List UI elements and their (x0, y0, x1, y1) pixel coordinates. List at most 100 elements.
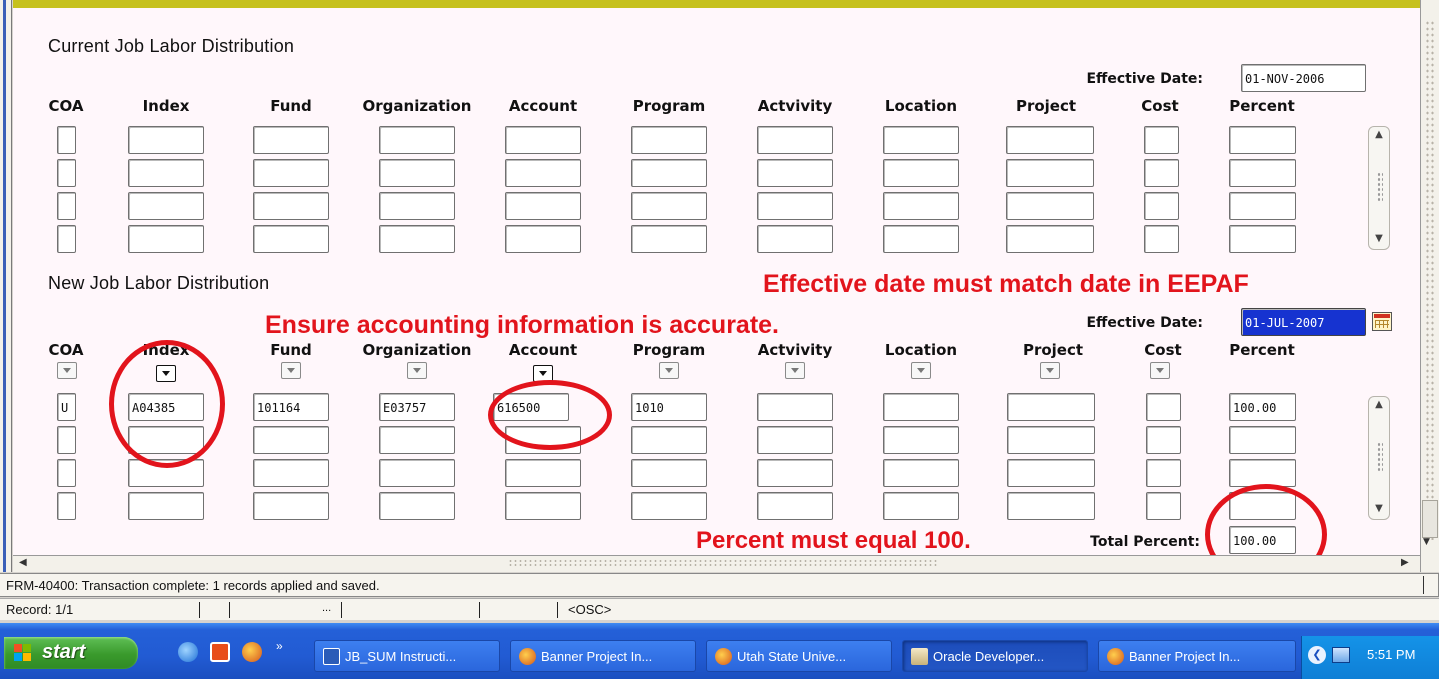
current-cost-field[interactable] (1144, 159, 1179, 187)
current-organization-field[interactable] (379, 225, 455, 253)
current-account-field[interactable] (505, 225, 581, 253)
scroll-up-icon[interactable]: ▲ (1372, 129, 1386, 143)
current-coa-field[interactable] (57, 192, 76, 220)
location-lov-button[interactable] (911, 362, 931, 379)
new-project-field[interactable] (1007, 393, 1095, 421)
new-project-field[interactable] (1007, 492, 1095, 520)
new-location-field[interactable] (883, 393, 959, 421)
new-activity-field[interactable] (757, 393, 833, 421)
new-program-field[interactable]: 1010 (631, 393, 707, 421)
current-program-field[interactable] (631, 159, 707, 187)
tray-expand-icon[interactable]: ❮ (1308, 646, 1326, 664)
current-account-field[interactable] (505, 192, 581, 220)
horizontal-scrollbar[interactable]: ◀ ▶ (13, 555, 1420, 572)
task-banner-project-1[interactable]: Banner Project In... (510, 640, 696, 672)
current-percent-field[interactable] (1229, 126, 1296, 154)
scroll-down-icon[interactable]: ▼ (1372, 503, 1386, 517)
firefox-icon[interactable] (242, 642, 262, 662)
current-project-field[interactable] (1006, 126, 1094, 154)
current-activity-field[interactable] (757, 192, 833, 220)
new-project-field[interactable] (1007, 426, 1095, 454)
new-percent-field[interactable] (1229, 459, 1296, 487)
new-organization-field[interactable]: E03757 (379, 393, 455, 421)
new-effective-date-field[interactable]: 01-JUL-2007 (1241, 308, 1366, 336)
current-coa-field[interactable] (57, 159, 76, 187)
current-program-field[interactable] (631, 192, 707, 220)
task-utah-state[interactable]: Utah State Unive... (706, 640, 892, 672)
current-coa-field[interactable] (57, 225, 76, 253)
current-fund-field[interactable] (253, 126, 329, 154)
scroll-grip-icon[interactable] (1377, 172, 1383, 202)
new-percent-field[interactable] (1229, 426, 1296, 454)
current-location-field[interactable] (883, 225, 959, 253)
fund-lov-button[interactable] (281, 362, 301, 379)
task-oracle-developer[interactable]: Oracle Developer... (902, 640, 1088, 672)
current-cost-field[interactable] (1144, 225, 1179, 253)
new-account-field[interactable] (505, 459, 581, 487)
task-word-document[interactable]: JB_SUM Instructi... (314, 640, 500, 672)
new-coa-field[interactable] (57, 459, 76, 487)
new-cost-field[interactable] (1146, 393, 1181, 421)
new-coa-field[interactable] (57, 426, 76, 454)
current-activity-field[interactable] (757, 225, 833, 253)
new-location-field[interactable] (883, 459, 959, 487)
current-percent-field[interactable] (1229, 192, 1296, 220)
current-account-field[interactable] (505, 126, 581, 154)
task-banner-project-2[interactable]: Banner Project In... (1098, 640, 1296, 672)
current-fund-field[interactable] (253, 225, 329, 253)
current-program-field[interactable] (631, 225, 707, 253)
current-index-field[interactable] (128, 192, 204, 220)
new-project-field[interactable] (1007, 459, 1095, 487)
new-organization-field[interactable] (379, 459, 455, 487)
program-lov-button[interactable] (659, 362, 679, 379)
organization-lov-button[interactable] (407, 362, 427, 379)
activity-lov-button[interactable] (785, 362, 805, 379)
current-activity-field[interactable] (757, 126, 833, 154)
new-activity-field[interactable] (757, 426, 833, 454)
current-coa-field[interactable] (57, 126, 76, 154)
current-rows-scrollbar[interactable]: ▲ ▼ (1368, 126, 1390, 250)
current-activity-field[interactable] (757, 159, 833, 187)
new-location-field[interactable] (883, 492, 959, 520)
current-percent-field[interactable] (1229, 225, 1296, 253)
new-rows-scrollbar[interactable]: ▲ ▼ (1368, 396, 1390, 520)
network-icon[interactable] (1332, 647, 1350, 663)
new-fund-field[interactable]: 101164 (253, 393, 329, 421)
scroll-down-icon[interactable]: ▼ (1372, 233, 1386, 247)
current-project-field[interactable] (1006, 225, 1094, 253)
new-cost-field[interactable] (1146, 426, 1181, 454)
cost-lov-button[interactable] (1150, 362, 1170, 379)
current-index-field[interactable] (128, 225, 204, 253)
new-fund-field[interactable] (253, 426, 329, 454)
current-fund-field[interactable] (253, 159, 329, 187)
new-cost-field[interactable] (1146, 492, 1181, 520)
current-organization-field[interactable] (379, 159, 455, 187)
current-organization-field[interactable] (379, 126, 455, 154)
new-program-field[interactable] (631, 459, 707, 487)
quicklaunch-more-icon[interactable]: » (276, 639, 283, 653)
rail-down-arrow-icon[interactable]: ▼ (1423, 537, 1430, 547)
current-program-field[interactable] (631, 126, 707, 154)
new-percent-field[interactable]: 100.00 (1229, 393, 1296, 421)
coa-lov-button[interactable] (57, 362, 77, 379)
current-project-field[interactable] (1006, 192, 1094, 220)
rail-thumb[interactable] (1422, 500, 1438, 538)
current-index-field[interactable] (128, 126, 204, 154)
new-organization-field[interactable] (379, 492, 455, 520)
new-index-field[interactable] (128, 492, 204, 520)
scroll-left-icon[interactable]: ◀ (19, 557, 27, 568)
new-organization-field[interactable] (379, 426, 455, 454)
new-account-field[interactable] (505, 492, 581, 520)
new-coa-field[interactable] (57, 492, 76, 520)
hscroll-grip-icon[interactable] (508, 559, 938, 568)
current-location-field[interactable] (883, 192, 959, 220)
outlook-icon[interactable] (210, 642, 230, 662)
calendar-icon[interactable] (1372, 312, 1392, 331)
project-lov-button[interactable] (1040, 362, 1060, 379)
current-project-field[interactable] (1006, 159, 1094, 187)
current-percent-field[interactable] (1229, 159, 1296, 187)
internet-explorer-icon[interactable] (178, 642, 198, 662)
scroll-right-icon[interactable]: ▶ (1401, 557, 1409, 568)
new-location-field[interactable] (883, 426, 959, 454)
current-index-field[interactable] (128, 159, 204, 187)
